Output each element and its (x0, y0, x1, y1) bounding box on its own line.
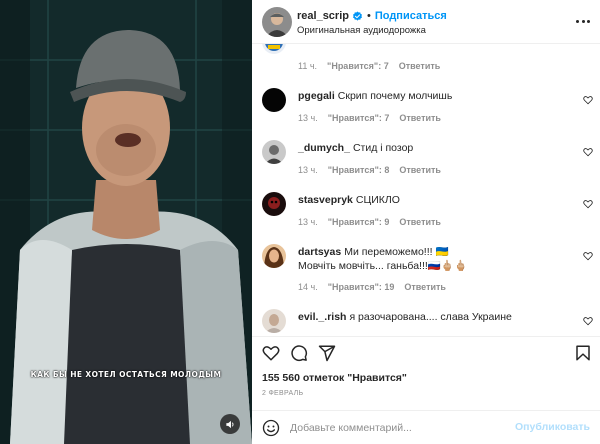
comment-username[interactable]: _dumych_ (298, 142, 350, 154)
reply-button[interactable]: Ответить (399, 113, 441, 123)
comment-text-row: _dumych_ Стид і позор (298, 141, 578, 155)
comment-avatar[interactable] (262, 309, 286, 333)
comment-time[interactable]: 13 ч. (298, 113, 318, 123)
video-player[interactable]: КАК БЫ НЕ ХОТЕЛ ОСТАТЬСЯ МОЛОДЫМ (0, 0, 252, 444)
comment-likes[interactable]: "Нравится": 19 (328, 282, 395, 292)
comment-avatar[interactable] (262, 244, 286, 268)
comment-username[interactable]: pgegali (298, 90, 335, 102)
comment-meta: 11 ч. "Нравится": 7 Ответить (298, 61, 440, 71)
comment-body: Скрип почему молчишь (337, 90, 453, 102)
comment-meta: 13 ч. "Нравится": 7 Ответить (298, 113, 441, 123)
comment-like-heart-icon[interactable] (583, 316, 593, 326)
comment-body: Ми переможемо!!! 🇺🇦 (344, 246, 449, 258)
heart-icon[interactable] (262, 344, 280, 362)
speaker-icon (225, 420, 233, 428)
comment-avatar[interactable] (262, 140, 286, 164)
avatar[interactable] (262, 7, 292, 37)
comment-avatar[interactable] (262, 88, 286, 112)
likes-count[interactable]: 155 560 отметок "Нравится" (262, 372, 407, 384)
comment-avatar[interactable] (262, 44, 286, 54)
audio-link[interactable]: Оригинальная аудиодорожка (297, 25, 426, 36)
comment-like-heart-icon[interactable] (583, 95, 593, 105)
bookmark-icon[interactable] (574, 344, 592, 362)
comment-time[interactable]: 13 ч. (298, 217, 318, 227)
comment-time[interactable]: 14 ч. (298, 282, 318, 292)
action-bar (252, 336, 600, 368)
mute-button[interactable] (220, 414, 240, 434)
post-panel: real_scrip • Подписаться Оригинальная ау… (252, 0, 600, 444)
verified-badge-icon (352, 10, 363, 22)
video-subtitle: КАК БЫ НЕ ХОТЕЛ ОСТАТЬСЯ МОЛОДЫМ (30, 370, 222, 379)
reply-button[interactable]: Ответить (399, 165, 441, 175)
comment-like-heart-icon[interactable] (583, 147, 593, 157)
header-title-row: real_scrip • Подписаться (297, 10, 447, 22)
comment-text-row: stasvepryk СЦИКЛО (298, 193, 578, 207)
comment-username[interactable]: dartsyas (298, 246, 341, 258)
username-link[interactable]: real_scrip (297, 10, 349, 22)
more-options-icon[interactable] (576, 14, 590, 28)
comment-username[interactable]: stasvepryk (298, 194, 353, 206)
avatar-image (262, 7, 292, 37)
comment-username[interactable]: evil._.rish (298, 311, 346, 323)
reply-button[interactable]: Ответить (404, 282, 446, 292)
comment-body: я разочарована.... слава Украине (349, 311, 512, 323)
comment-avatar[interactable] (262, 192, 286, 216)
send-icon[interactable] (318, 344, 336, 362)
comment-meta: 14 ч. "Нравится": 19 Ответить (298, 282, 446, 292)
emoji-icon[interactable] (262, 419, 280, 437)
comment-body: Стид і позор (352, 142, 414, 154)
add-comment-bar: Опубликовать (252, 410, 600, 444)
follow-button[interactable]: Подписаться (375, 10, 447, 22)
comment-like-heart-icon[interactable] (583, 251, 593, 261)
comment-text-row: evil._.rish я разочарована.... слава Укра… (298, 310, 578, 324)
comment-meta: 13 ч. "Нравится": 9 Ответить (298, 217, 441, 227)
comment-input[interactable] (290, 417, 510, 439)
comment-likes[interactable]: "Нравится": 8 (328, 165, 390, 175)
comment-meta: 13 ч. "Нравится": 8 Ответить (298, 165, 441, 175)
comment-icon[interactable] (290, 344, 308, 362)
publish-button[interactable]: Опубликовать (515, 421, 590, 433)
reply-button[interactable]: Ответить (399, 61, 441, 71)
separator-dot: • (366, 10, 371, 22)
comment-time[interactable]: 11 ч. (298, 61, 317, 71)
comment-time[interactable]: 13 ч. (298, 165, 318, 175)
comment-text-row: dartsyas Ми переможемо!!! 🇺🇦 Мовчіть мовч… (298, 245, 578, 273)
comment-body: СЦИКЛО (355, 194, 400, 206)
comment-likes[interactable]: "Нравится": 9 (328, 217, 390, 227)
post-date[interactable]: 2 ФЕВРАЛЬ (262, 390, 303, 397)
comment-likes[interactable]: "Нравится": 7 (328, 113, 390, 123)
post-header: real_scrip • Подписаться Оригинальная ау… (252, 0, 600, 44)
comment-text-row: pgegali Скрип почему молчишь (298, 89, 578, 103)
comments-list[interactable]: 11 ч. "Нравится": 7 Ответить pgegali Скри… (252, 44, 600, 336)
comment-likes[interactable]: "Нравится": 7 (327, 61, 389, 71)
comment-like-heart-icon[interactable] (583, 199, 593, 209)
comment-body-line2: Мовчіть мовчіть... ганьба!!!🇷🇺🖕🏼🖕🏼 (298, 260, 468, 272)
reply-button[interactable]: Ответить (399, 217, 441, 227)
